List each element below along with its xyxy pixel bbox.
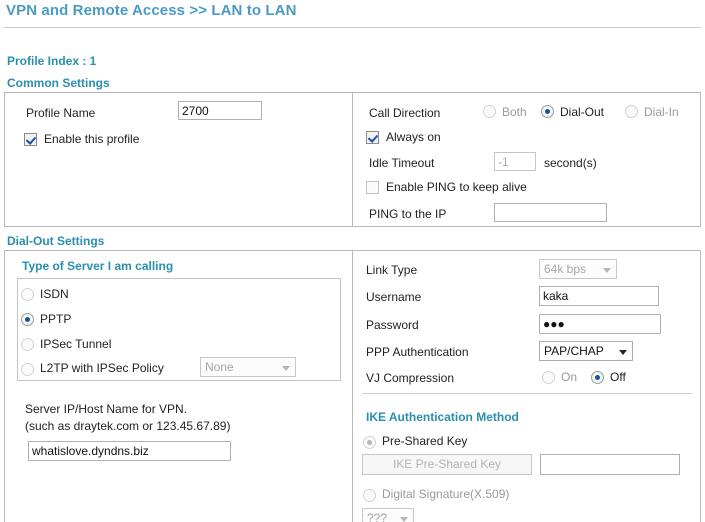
chevron-down-icon	[282, 366, 290, 371]
link-type-label: Link Type	[366, 263, 418, 277]
ike-pre-shared-key-button[interactable]: IKE Pre-Shared Key	[362, 454, 532, 475]
call-direction-radio-dial-out[interactable]	[541, 105, 554, 118]
ike-section-divider	[362, 393, 692, 394]
vj-compression-label: VJ Compression	[366, 371, 455, 385]
enable-ping-label: Enable PING to keep alive	[386, 180, 527, 194]
username-input[interactable]	[539, 286, 659, 306]
l2tp-ipsec-policy-select[interactable]: None	[200, 357, 296, 377]
profile-name-label: Profile Name	[26, 106, 96, 120]
profile-name-input[interactable]	[178, 101, 262, 120]
server-ip-label-line1: Server IP/Host Name for VPN.	[25, 402, 188, 416]
profile-index-label: Profile Index : 1	[7, 54, 97, 68]
ppp-authentication-select[interactable]: PAP/CHAP	[539, 341, 633, 361]
vj-compression-on-label: On	[561, 370, 578, 384]
dial-out-column-divider	[352, 251, 353, 522]
certificate-value: ???	[367, 511, 388, 522]
vj-compression-radio-on[interactable]	[542, 371, 555, 384]
l2tp-ipsec-policy-value: None	[205, 360, 234, 374]
server-type-radio-l2tp[interactable]	[21, 363, 34, 376]
call-direction-dial-in-label: Dial-In	[644, 105, 679, 119]
server-type-ipsec-tunnel-label: IPSec Tunnel	[40, 337, 112, 351]
enable-profile-checkbox[interactable]	[24, 133, 37, 146]
server-ip-input[interactable]	[28, 441, 231, 461]
idle-timeout-unit-label: second(s)	[544, 156, 597, 170]
ppp-authentication-value: PAP/CHAP	[544, 344, 604, 358]
password-input[interactable]	[539, 314, 661, 334]
call-direction-both-label: Both	[502, 105, 527, 119]
idle-timeout-input[interactable]	[494, 152, 536, 171]
ping-ip-label: PING to the IP	[369, 207, 447, 221]
ping-ip-input[interactable]	[494, 203, 607, 222]
chevron-down-icon	[400, 517, 408, 522]
ike-pre-shared-key-input[interactable]	[540, 454, 680, 475]
server-type-heading: Type of Server I am calling	[22, 259, 174, 273]
server-type-pptp-label: PPTP	[40, 312, 72, 326]
ike-digital-signature-label: Digital Signature(X.509)	[382, 487, 510, 501]
idle-timeout-label: Idle Timeout	[369, 156, 435, 170]
link-type-value: 64k bps	[544, 262, 587, 276]
common-settings-column-divider	[352, 93, 353, 226]
server-ip-label-line2: (such as draytek.com or 123.45.67.89)	[25, 419, 231, 433]
call-direction-dial-out-label: Dial-Out	[560, 105, 605, 119]
enable-ping-checkbox[interactable]	[366, 181, 379, 194]
vpn-lan-to-lan-page: VPN and Remote Access >> LAN to LAN Prof…	[0, 0, 705, 522]
server-type-l2tp-label: L2TP with IPSec Policy	[40, 361, 164, 375]
vj-compression-radio-off[interactable]	[591, 371, 604, 384]
always-on-checkbox[interactable]	[366, 131, 379, 144]
ike-pre-shared-key-label: Pre-Shared Key	[382, 434, 468, 448]
title-divider	[4, 27, 701, 28]
server-type-isdn-label: ISDN	[40, 287, 69, 301]
call-direction-label: Call Direction	[369, 106, 441, 120]
password-label: Password	[366, 318, 419, 332]
always-on-label: Always on	[386, 130, 441, 144]
call-direction-radio-dial-in[interactable]	[625, 105, 638, 118]
server-type-radio-pptp[interactable]	[21, 313, 34, 326]
ppp-authentication-label: PPP Authentication	[366, 345, 469, 359]
common-settings-heading: Common Settings	[7, 76, 110, 90]
page-title: VPN and Remote Access >> LAN to LAN	[6, 2, 297, 19]
ike-radio-pre-shared-key[interactable]	[363, 436, 376, 449]
dial-out-settings-heading: Dial-Out Settings	[7, 234, 105, 248]
username-label: Username	[366, 290, 422, 304]
link-type-select[interactable]: 64k bps	[539, 259, 617, 279]
call-direction-radio-both[interactable]	[483, 105, 496, 118]
vj-compression-off-label: Off	[610, 370, 626, 384]
certificate-select[interactable]: ???	[362, 508, 414, 522]
ike-radio-digital-signature[interactable]	[363, 489, 376, 502]
server-type-radio-ipsec-tunnel[interactable]	[21, 338, 34, 351]
server-type-radio-isdn[interactable]	[21, 288, 34, 301]
ike-authentication-heading: IKE Authentication Method	[366, 410, 519, 424]
chevron-down-icon	[603, 268, 611, 273]
enable-profile-label: Enable this profile	[44, 132, 140, 146]
chevron-down-icon	[619, 350, 627, 355]
